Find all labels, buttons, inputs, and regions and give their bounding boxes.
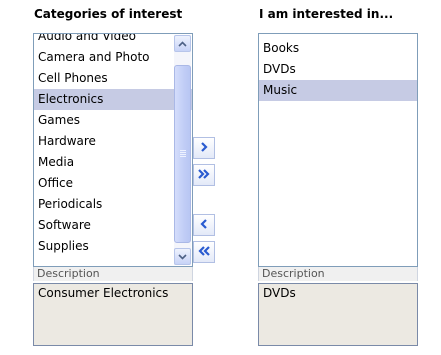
list-item[interactable]: Games (34, 110, 192, 131)
list-item[interactable]: Media (34, 152, 192, 173)
interested-listbox[interactable]: Books DVDs Music (258, 33, 418, 267)
list-item[interactable]: Software (34, 215, 192, 236)
interested-description-label: Description (258, 267, 418, 281)
chevron-left-icon (198, 218, 210, 233)
list-item[interactable]: Periodicals (34, 194, 192, 215)
list-item[interactable]: DVDs (259, 59, 417, 80)
move-all-left-button[interactable] (193, 241, 215, 263)
interested-description-box: DVDs (258, 283, 418, 346)
interested-header: I am interested in... (259, 7, 394, 21)
scroll-down-icon (178, 253, 187, 260)
interested-description-text: DVDs (263, 286, 296, 300)
categories-listbox[interactable]: Audio and Video Camera and Photo Cell Phon… (33, 33, 193, 267)
scroll-thumb[interactable] (174, 65, 191, 243)
chevron-right-icon (198, 141, 210, 156)
scroll-down-button[interactable] (174, 248, 191, 265)
list-item[interactable]: Audio and Video (34, 34, 192, 47)
move-right-button[interactable] (193, 137, 215, 159)
interested-list: Books DVDs Music (259, 38, 417, 101)
categories-description-text: Consumer Electronics (38, 286, 169, 300)
categories-scrollbar[interactable] (174, 35, 191, 265)
list-item[interactable]: Books (259, 38, 417, 59)
list-item[interactable]: Hardware (34, 131, 192, 152)
list-item[interactable]: Office (34, 173, 192, 194)
categories-list: Audio and Video Camera and Photo Cell Phon… (34, 34, 192, 257)
list-item[interactable]: Cell Phones (34, 68, 192, 89)
move-all-right-button[interactable] (193, 164, 215, 186)
list-item[interactable]: Camera and Photo (34, 47, 192, 68)
list-item[interactable]: Supplies (34, 236, 192, 257)
list-item[interactable]: Electronics (34, 89, 192, 110)
scroll-up-icon (178, 40, 187, 47)
categories-description-label: Description (33, 267, 193, 281)
categories-description-box: Consumer Electronics (33, 283, 193, 346)
move-left-button[interactable] (193, 214, 215, 236)
double-chevron-left-icon (196, 245, 212, 260)
categories-header: Categories of interest (34, 7, 183, 21)
list-item[interactable]: Music (259, 80, 417, 101)
double-chevron-right-icon (196, 168, 212, 183)
scroll-up-button[interactable] (174, 35, 191, 52)
